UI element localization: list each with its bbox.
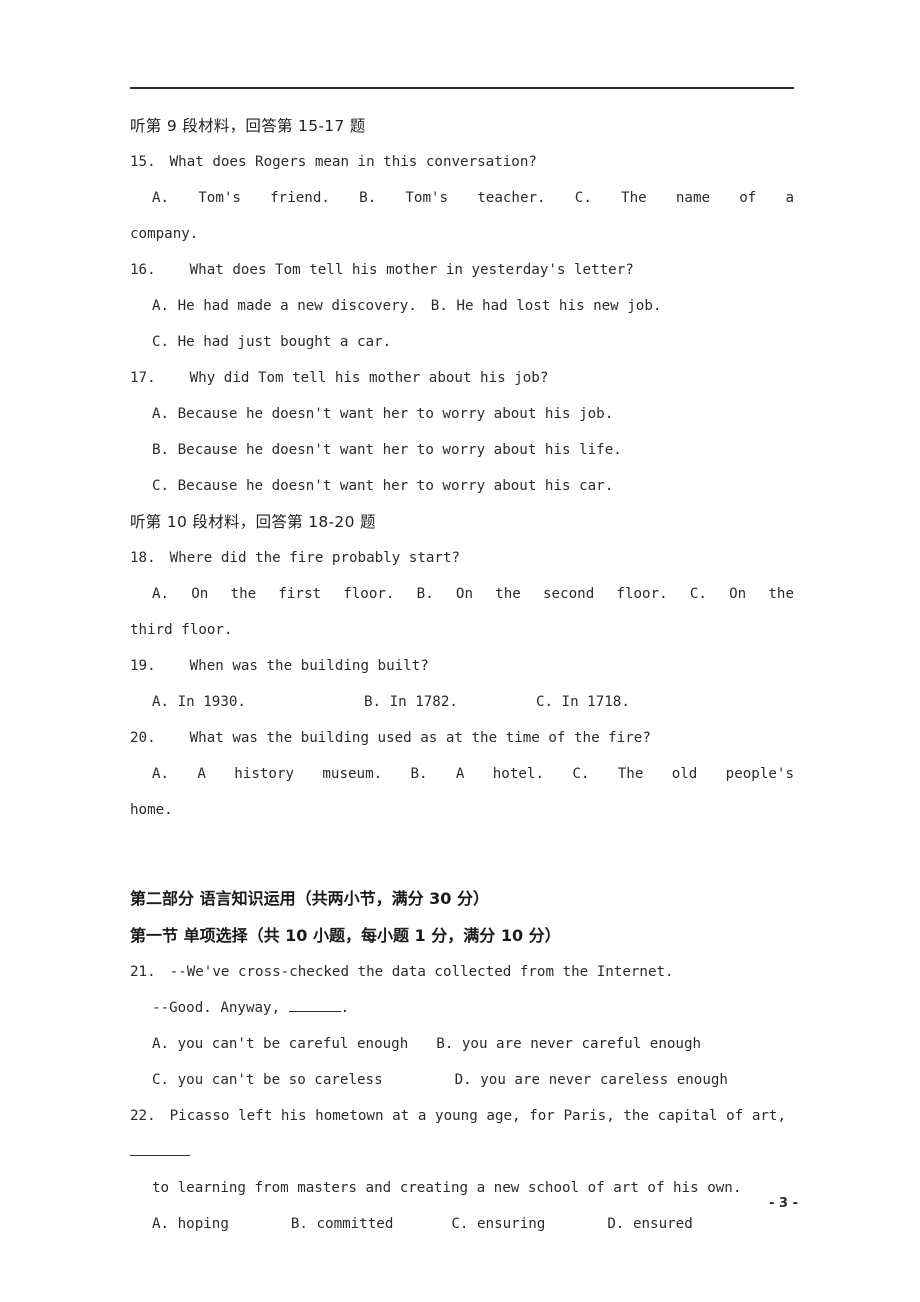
question-21-options-row-1: A. you can't be careful enough B. you are…	[130, 1026, 794, 1062]
question-15-option-a[interactable]: A. Tom's friend.	[152, 190, 330, 206]
question-20-option-a[interactable]: A. A history museum.	[152, 766, 382, 782]
question-18-number: 18.	[130, 550, 156, 566]
question-15-options-wrap: company.	[130, 226, 199, 242]
question-22-text-line-1: Picasso left his hometown at a young age…	[169, 1108, 786, 1124]
question-18-text: Where did the fire probably start?	[169, 550, 461, 566]
question-20-text: What was the building used as at the tim…	[189, 730, 651, 746]
question-22-option-d[interactable]: D. ensured	[607, 1216, 692, 1232]
question-21-option-a[interactable]: A. you can't be careful enough	[152, 1036, 408, 1052]
part-two-section-one-heading: 第一节 单项选择（共 10 小题，每小题 1 分，满分 10 分）	[130, 926, 561, 945]
question-21-option-b[interactable]: B. you are never careful enough	[436, 1036, 701, 1052]
question-21-text-line-1: --We've cross-checked the data collected…	[169, 964, 674, 980]
question-15-options-row: A. Tom's friend. B. Tom's teacher. C. Th…	[130, 180, 794, 216]
question-16-text: What does Tom tell his mother in yesterd…	[189, 262, 634, 278]
question-18-option-a[interactable]: A. On the first floor.	[152, 586, 394, 602]
question-21-options-row-2: C. you can't be so careless D. you are ne…	[130, 1062, 794, 1098]
question-19-number: 19.	[130, 658, 156, 674]
listening-section-9-heading: 听第 9 段材料，回答第 15-17 题	[130, 117, 366, 135]
question-16-options-row-1: A. He had made a new discovery. B. He had…	[130, 288, 794, 324]
question-16-number: 16.	[130, 262, 156, 278]
question-16-option-b[interactable]: B. He had lost his new job.	[431, 298, 662, 314]
part-two-heading: 第二部分 语言知识运用（共两小节，满分 30 分）	[130, 889, 489, 908]
question-19-stem: 19. When was the building built?	[130, 648, 794, 684]
page-content: 听第 9 段材料，回答第 15-17 题 15. What does Rogers…	[130, 108, 794, 1242]
question-20-options-wrap: home.	[130, 802, 173, 818]
question-22-option-b[interactable]: B. committed	[291, 1216, 394, 1232]
question-21-text-line-2-pre: --Good. Anyway,	[152, 1000, 289, 1016]
exam-page: 听第 9 段材料，回答第 15-17 题 15. What does Rogers…	[0, 0, 920, 1302]
question-22-answer-blank[interactable]	[130, 1142, 190, 1156]
question-21-text-line-2-post: .	[340, 1000, 350, 1016]
question-19-options-row: A. In 1930. B. In 1782. C. In 1718.	[130, 684, 794, 720]
page-number: - 3 -	[769, 1196, 798, 1211]
question-15-number: 15.	[130, 154, 156, 170]
question-17-option-b[interactable]: B. Because he doesn't want her to worry …	[130, 432, 794, 468]
question-15-text: What does Rogers mean in this conversati…	[169, 154, 537, 170]
question-17-option-a[interactable]: A. Because he doesn't want her to worry …	[130, 396, 794, 432]
question-16-options-row-2: C. He had just bought a car.	[130, 324, 794, 360]
question-16-option-c[interactable]: C. He had just bought a car.	[152, 334, 391, 350]
question-18-stem: 18. Where did the fire probably start?	[130, 540, 794, 576]
question-19-option-b[interactable]: B. In 1782.	[364, 694, 458, 710]
question-15-stem: 15. What does Rogers mean in this convers…	[130, 144, 794, 180]
question-20-options-row: A. A history museum. B. A hotel. C. The …	[130, 756, 794, 792]
question-20-stem: 20. What was the building used as at the …	[130, 720, 794, 756]
question-21-stem-line-2: --Good. Anyway, .	[130, 990, 794, 1026]
question-15-option-b[interactable]: B. Tom's teacher.	[359, 190, 545, 206]
question-22-option-a[interactable]: A. hoping	[152, 1216, 229, 1232]
question-17-option-c[interactable]: C. Because he doesn't want her to worry …	[130, 468, 794, 504]
question-17-text: Why did Tom tell his mother about his jo…	[189, 370, 549, 386]
question-22-option-c[interactable]: C. ensuring	[451, 1216, 545, 1232]
question-16-stem: 16. What does Tom tell his mother in yest…	[130, 252, 794, 288]
question-19-option-a[interactable]: A. In 1930.	[152, 694, 246, 710]
question-18-options-wrap: third floor.	[130, 622, 233, 638]
question-17-stem: 17. Why did Tom tell his mother about his…	[130, 360, 794, 396]
question-18-option-c[interactable]: C. On the	[690, 586, 794, 602]
question-22-options-row: A. hoping B. committed C. ensuring D. ensur…	[130, 1206, 794, 1242]
listening-section-10-heading: 听第 10 段材料，回答第 18-20 题	[130, 513, 376, 531]
question-20-option-b[interactable]: B. A hotel.	[411, 766, 545, 782]
question-21-option-c[interactable]: C. you can't be so careless	[152, 1072, 383, 1088]
question-17-number: 17.	[130, 370, 156, 386]
question-20-option-c[interactable]: C. The old people's	[572, 766, 794, 782]
question-21-option-d[interactable]: D. you are never careless enough	[455, 1072, 728, 1088]
question-21-answer-blank[interactable]	[288, 998, 341, 1012]
question-18-options-row: A. On the first floor. B. On the second …	[130, 576, 794, 612]
question-19-option-c[interactable]: C. In 1718.	[536, 694, 630, 710]
question-18-option-b[interactable]: B. On the second floor.	[417, 586, 668, 602]
question-15-option-c[interactable]: C. The name of a	[575, 190, 794, 206]
question-22-stem-line-1: 22. Picasso left his hometown at a young …	[130, 1098, 794, 1170]
question-16-option-a[interactable]: A. He had made a new discovery.	[152, 298, 417, 314]
question-21-number: 21.	[130, 964, 156, 980]
question-21-stem-line-1: 21. --We've cross-checked the data collec…	[130, 954, 794, 990]
question-19-text: When was the building built?	[189, 658, 429, 674]
header-divider-rule	[130, 87, 794, 89]
question-20-number: 20.	[130, 730, 156, 746]
question-22-number: 22.	[130, 1108, 156, 1124]
